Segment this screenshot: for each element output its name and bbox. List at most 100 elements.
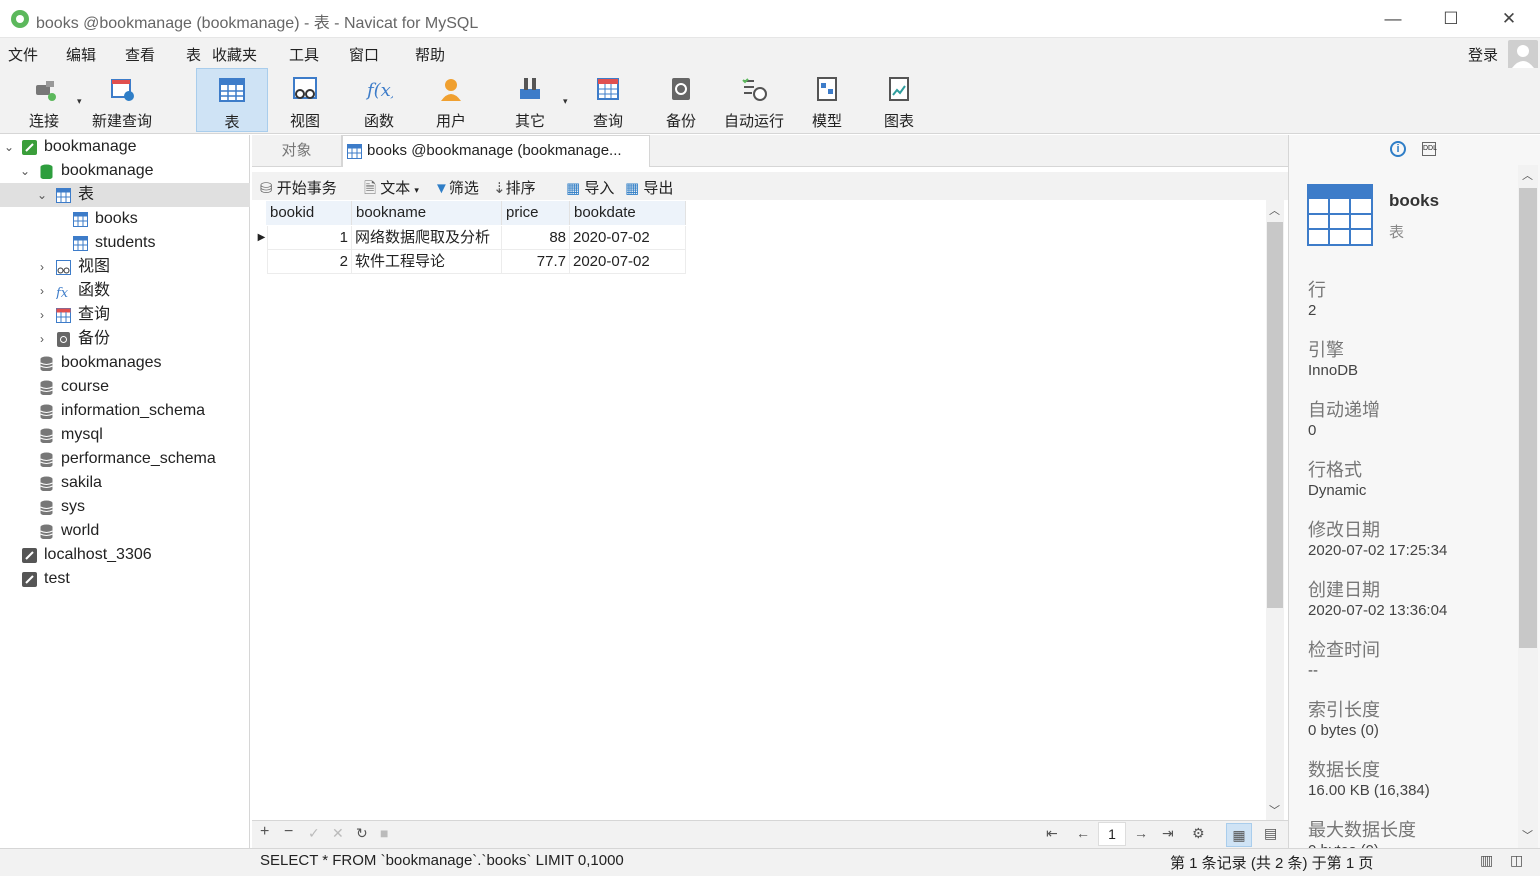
scroll-up-icon[interactable]: ︿	[1522, 167, 1533, 183]
cell-bookid[interactable]: 2	[268, 250, 352, 274]
tree-db-item[interactable]: performance_schema	[0, 447, 250, 471]
tree-table-books[interactable]: books	[0, 207, 250, 231]
window-title: books @bookmanage (bookmanage) - 表 - Nav…	[36, 15, 479, 32]
data-grid[interactable]: bookid bookname price bookdate ▶ 1 网络数据爬…	[256, 200, 1266, 820]
maximize-button[interactable]: ☐	[1428, 4, 1474, 34]
cell-bookname[interactable]: 网络数据爬取及分析	[352, 226, 502, 250]
tree-connection-localhost[interactable]: localhost_3306	[0, 543, 250, 567]
chevron-down-icon[interactable]: ⌄	[2, 135, 16, 159]
tree-table-students[interactable]: students	[0, 231, 250, 255]
autorun-icon	[742, 78, 767, 101]
filter-button[interactable]: ▼筛选	[434, 177, 479, 198]
chevron-right-icon[interactable]: ›	[35, 303, 49, 327]
panel-layout-icon[interactable]: ◫	[1510, 852, 1523, 869]
column-header-bookid[interactable]: bookid	[266, 201, 352, 225]
cell-bookid[interactable]: 1	[268, 226, 352, 250]
scroll-up-icon[interactable]: ︿	[1269, 202, 1280, 218]
info-icon[interactable]: i	[1390, 141, 1406, 157]
chevron-down-icon[interactable]: ⌄	[35, 183, 49, 207]
chevron-down-icon[interactable]: ⌄	[18, 159, 32, 183]
last-page-icon[interactable]: ⇥	[1162, 825, 1174, 842]
begin-transaction-button[interactable]: ⛁ 开始事务	[260, 177, 337, 198]
view-button[interactable]: 视图	[272, 68, 338, 132]
ddl-icon[interactable]: DDL	[1422, 142, 1437, 156]
next-page-icon[interactable]: →	[1134, 825, 1148, 841]
settings-icon[interactable]: ⚙	[1192, 825, 1205, 842]
tree-db-label: world	[61, 522, 100, 539]
other-button[interactable]: 其它	[498, 68, 562, 132]
tree-functions-folder[interactable]: › fx 函数	[0, 279, 250, 303]
minimize-button[interactable]: —	[1370, 4, 1416, 34]
user-avatar-icon[interactable]	[1508, 40, 1538, 70]
tree-db-item[interactable]: sys	[0, 495, 250, 519]
login-link[interactable]: 登录	[1468, 44, 1500, 65]
tab-objects[interactable]: 对象	[252, 135, 342, 166]
tree-db-item[interactable]: bookmanages	[0, 351, 250, 375]
connect-button[interactable]: 连接	[14, 68, 74, 132]
row-selector[interactable]	[256, 250, 268, 274]
backup-button[interactable]: 备份	[648, 68, 714, 132]
cell-bookname[interactable]: 软件工程导论	[352, 250, 502, 274]
scroll-down-icon[interactable]: ﹀	[1522, 827, 1533, 843]
user-button[interactable]: 用户	[418, 68, 484, 132]
sort-button[interactable]: ⇣排序	[493, 177, 536, 198]
import-button[interactable]: ▦ 导入	[566, 177, 614, 198]
column-header-bookdate[interactable]: bookdate	[570, 201, 686, 225]
connect-dropdown-icon[interactable]: ▾	[77, 96, 82, 107]
database-icon	[40, 380, 53, 395]
grid-view-icon[interactable]: ▦	[1226, 823, 1252, 847]
tree-db-item[interactable]: sakila	[0, 471, 250, 495]
tree-db-item[interactable]: information_schema	[0, 399, 250, 423]
menu-window[interactable]: 窗口	[349, 44, 379, 65]
column-header-price[interactable]: price	[502, 201, 570, 225]
other-dropdown-icon[interactable]: ▾	[563, 96, 568, 107]
refresh-icon[interactable]: ↻	[356, 825, 368, 842]
tree-queries-folder[interactable]: › 查询	[0, 303, 250, 327]
grid-scroll-thumb[interactable]	[1267, 222, 1283, 608]
menu-favorites[interactable]: 收藏夹	[212, 44, 257, 65]
chevron-right-icon[interactable]: ›	[35, 279, 49, 303]
menu-table[interactable]: 表	[186, 44, 201, 65]
menu-help[interactable]: 帮助	[415, 44, 445, 65]
tree-tables-folder[interactable]: ⌄ 表	[0, 183, 250, 207]
model-button[interactable]: 模型	[794, 68, 860, 132]
cell-bookdate[interactable]: 2020-07-02	[570, 226, 686, 250]
menu-view[interactable]: 查看	[125, 44, 155, 65]
tree-db-item[interactable]: world	[0, 519, 250, 543]
delete-record-icon[interactable]: −	[284, 823, 293, 841]
tree-db-item[interactable]: course	[0, 375, 250, 399]
scroll-down-icon[interactable]: ﹀	[1269, 802, 1280, 818]
close-button[interactable]: ✕	[1486, 4, 1532, 34]
column-header-bookname[interactable]: bookname	[352, 201, 502, 225]
tree-db-item[interactable]: mysql	[0, 423, 250, 447]
autorun-button[interactable]: 自动运行	[720, 68, 788, 132]
new-query-button[interactable]: 新建查询	[88, 68, 156, 132]
chart-button[interactable]: 图表	[866, 68, 932, 132]
tree-backups-folder[interactable]: › 备份	[0, 327, 250, 351]
tree-connection-bookmanage[interactable]: ⌄ bookmanage	[0, 135, 250, 159]
chevron-right-icon[interactable]: ›	[35, 327, 49, 351]
query-button[interactable]: 查询	[576, 68, 640, 132]
menu-file[interactable]: 文件	[8, 44, 38, 65]
add-record-icon[interactable]: +	[260, 823, 269, 841]
grid-layout-icon[interactable]: ▥	[1480, 852, 1493, 869]
menu-edit[interactable]: 编辑	[66, 44, 96, 65]
page-number-input[interactable]: 1	[1098, 822, 1126, 846]
export-button[interactable]: ▦ 导出	[625, 177, 673, 198]
tab-books[interactable]: books @bookmanage (bookmanage...	[342, 135, 650, 167]
function-button[interactable]: f(x) 函数	[346, 68, 412, 132]
cell-price[interactable]: 88	[502, 226, 570, 250]
info-scroll-thumb[interactable]	[1519, 188, 1537, 648]
database-icon	[40, 428, 53, 443]
tree-db-bookmanage[interactable]: ⌄ bookmanage	[0, 159, 250, 183]
table-button[interactable]: 表	[196, 68, 268, 132]
chevron-right-icon[interactable]: ›	[35, 255, 49, 279]
prev-page-icon[interactable]: ←	[1076, 825, 1090, 841]
tree-connection-test[interactable]: test	[0, 567, 250, 591]
cell-bookdate[interactable]: 2020-07-02	[570, 250, 686, 274]
first-page-icon[interactable]: ⇤	[1046, 825, 1058, 842]
form-view-icon[interactable]: ▤	[1264, 825, 1277, 842]
cell-price[interactable]: 77.7	[502, 250, 570, 274]
tree-views-folder[interactable]: › 视图	[0, 255, 250, 279]
menu-tools[interactable]: 工具	[289, 44, 319, 65]
